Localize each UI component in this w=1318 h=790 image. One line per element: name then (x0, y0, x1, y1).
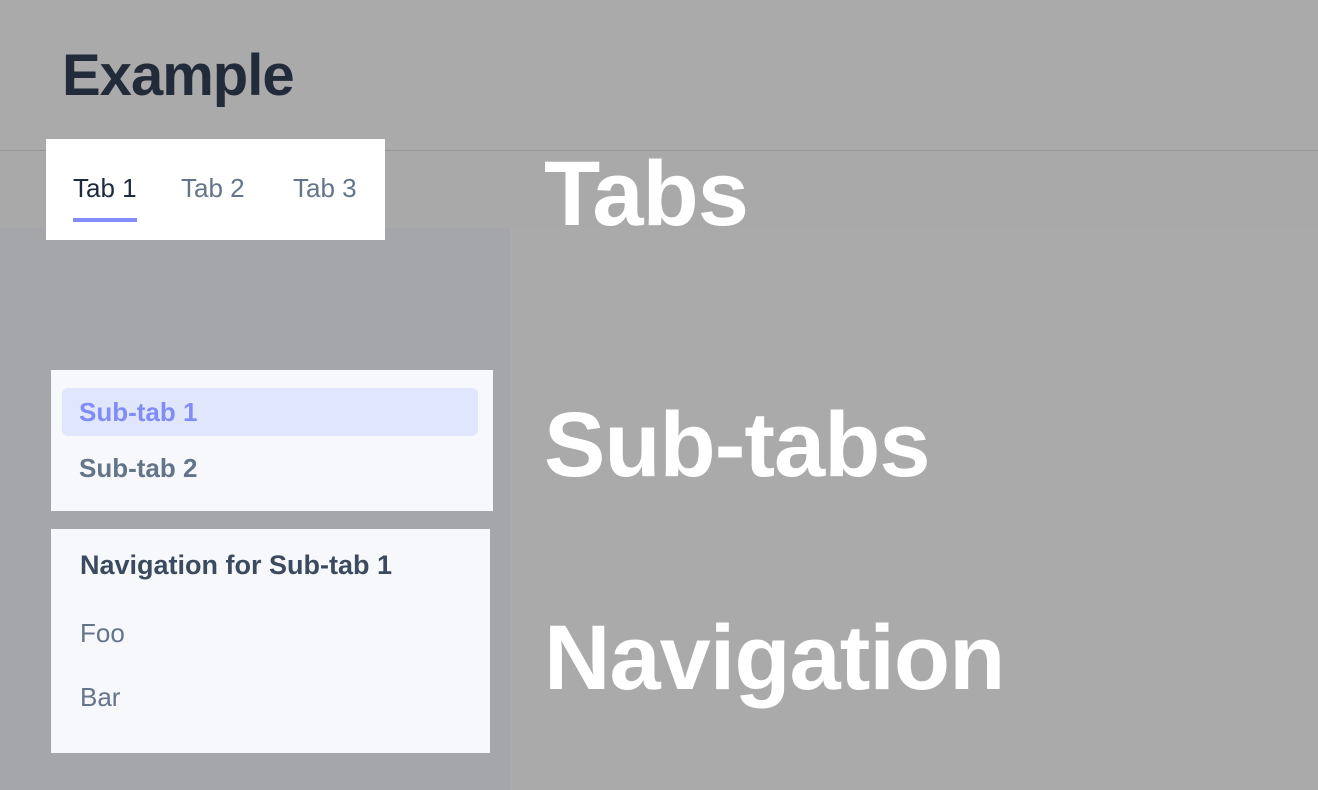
app-header: Example (0, 0, 1318, 151)
subtab-2[interactable]: Sub-tab 2 (62, 444, 478, 492)
annotation-subtabs: Sub-tabs (544, 394, 931, 496)
nav-item-foo[interactable]: Foo (80, 615, 125, 651)
tab-3[interactable]: Tab 3 (293, 170, 357, 206)
app-title: Example (62, 43, 295, 108)
navigation-heading: Navigation for Sub-tab 1 (80, 550, 393, 580)
navigation-box: Navigation for Sub-tab 1 Foo Bar (51, 529, 490, 753)
subtab-1[interactable]: Sub-tab 1 (62, 388, 478, 436)
tab-2[interactable]: Tab 2 (181, 170, 245, 206)
tabs-highlight-box: Tab 1 Tab 2 Tab 3 (46, 139, 385, 240)
annotation-tabs: Tabs (544, 143, 749, 245)
nav-item-bar[interactable]: Bar (80, 679, 120, 715)
subtabs-box: Sub-tab 1 Sub-tab 2 (51, 370, 493, 511)
annotation-navigation: Navigation (544, 607, 1005, 709)
tab-1[interactable]: Tab 1 (73, 170, 137, 222)
